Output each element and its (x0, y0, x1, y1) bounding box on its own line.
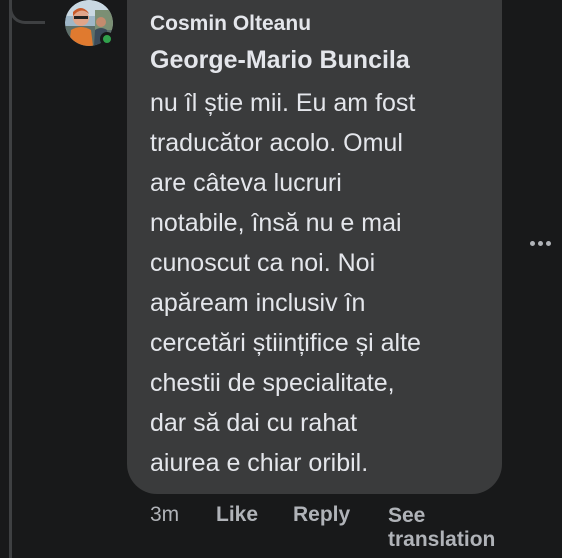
comment-line: notabile, însă nu e mai (150, 209, 402, 237)
comment-line: dar să dai cu rahat (150, 409, 358, 437)
see-translation-button[interactable]: See translation (388, 504, 495, 552)
comment-text: nu îl știe mii. Eu am fost traducător ac… (150, 83, 490, 483)
dot (537, 240, 543, 246)
comment-line: are câteva lucruri (150, 169, 342, 197)
dot (545, 240, 551, 246)
avatar[interactable] (65, 0, 114, 46)
see-translation-label-2: translation (388, 528, 496, 551)
comment-line: nu îl știe mii. Eu am fost (150, 89, 416, 117)
reply-button[interactable]: Reply (293, 503, 350, 527)
see-translation-label-1: See (388, 504, 426, 527)
more-options-icon[interactable] (525, 228, 555, 258)
comment-line: cunoscut ca noi. Noi (150, 249, 376, 277)
mention-tag[interactable]: George-Mario Buncila (150, 46, 410, 75)
author-name[interactable]: Cosmin Olteanu (150, 12, 311, 36)
thread-connector (9, 0, 45, 24)
comment-thread: Cosmin Olteanu George-Mario Buncila nu î… (0, 0, 562, 558)
comment-line: aiurea e chiar oribil. (150, 449, 369, 477)
timestamp[interactable]: 3m (150, 503, 179, 527)
comment-line: traducător acolo. Omul (150, 129, 403, 157)
online-status-icon (100, 32, 114, 46)
comment-line: cercetări științifice și alte (150, 329, 421, 357)
like-button[interactable]: Like (216, 503, 258, 527)
dot (529, 240, 535, 246)
comment-line: chestii de specialitate, (150, 369, 395, 397)
comment-line: apăream inclusiv în (150, 289, 366, 317)
thread-line (9, 0, 12, 558)
